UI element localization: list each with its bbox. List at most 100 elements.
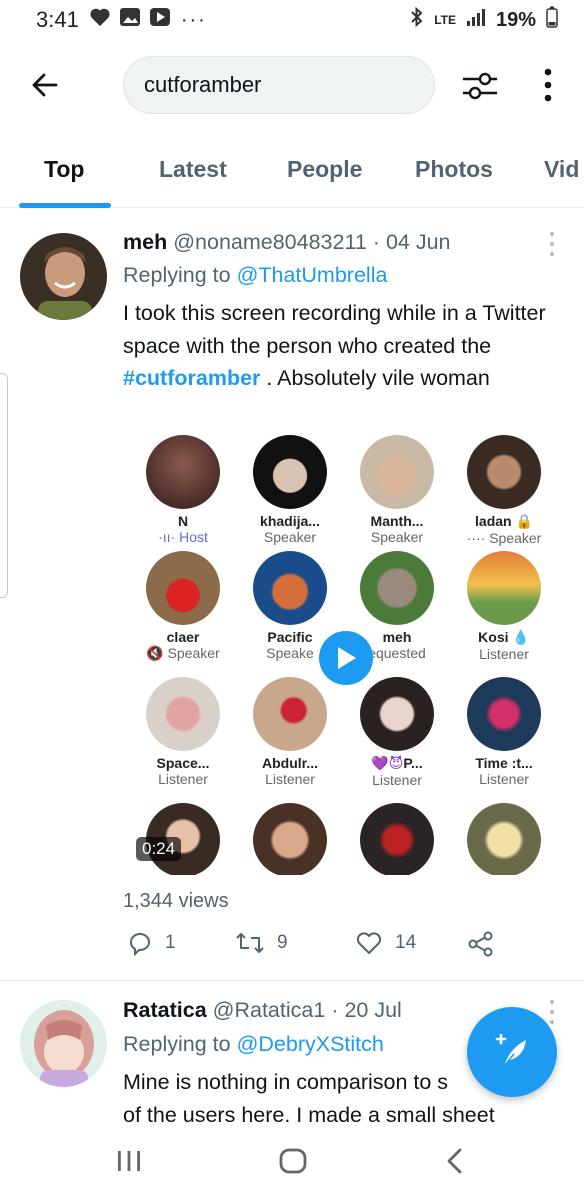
tweet-text: I took this screen recording while in a … bbox=[123, 297, 563, 395]
hashtag-link[interactable]: #cutforamber bbox=[123, 366, 260, 390]
avatar[interactable] bbox=[20, 1000, 107, 1087]
tab-videos[interactable]: Vid bbox=[544, 140, 579, 208]
system-nav-bar bbox=[0, 1126, 584, 1200]
tab-label: Top bbox=[44, 156, 85, 182]
view-count: 1,344 views bbox=[123, 890, 229, 912]
tweet-date: 20 Jul bbox=[344, 998, 402, 1022]
retweet-button[interactable]: 9 bbox=[235, 930, 288, 956]
share-icon bbox=[468, 931, 493, 957]
participant-role: Listener bbox=[479, 646, 529, 662]
author-handle[interactable]: @noname80483211 bbox=[173, 230, 367, 254]
tweet-actions: 1 9 14 bbox=[123, 930, 563, 966]
recent-apps-button[interactable] bbox=[116, 1146, 142, 1181]
tweet-menu-button[interactable] bbox=[548, 232, 556, 260]
participant: Space... Listener bbox=[128, 677, 238, 787]
participant: Kosi 💧 Listener bbox=[449, 551, 559, 662]
play-icon bbox=[338, 647, 356, 669]
tab-top[interactable]: Top bbox=[44, 140, 84, 208]
emoji-icon: 💜😈 bbox=[371, 755, 404, 771]
muted-mic-icon: 🔇 bbox=[146, 645, 168, 661]
network-label: LTE bbox=[434, 13, 456, 27]
tweet-text-part: . Absolutely vile woman bbox=[260, 366, 490, 390]
separator: · bbox=[331, 998, 339, 1022]
search-input[interactable]: cutforamber bbox=[123, 56, 435, 114]
arrow-left-icon bbox=[32, 73, 58, 97]
reply-icon bbox=[130, 933, 150, 956]
participant-avatar bbox=[253, 551, 327, 625]
participant-name: N bbox=[177, 513, 189, 529]
tab-label: Latest bbox=[159, 156, 227, 182]
participant-name: Time :t... bbox=[475, 755, 533, 771]
participant-avatar bbox=[467, 803, 541, 875]
bluetooth-icon bbox=[410, 6, 424, 34]
tweet-menu-button[interactable] bbox=[548, 1000, 556, 1028]
participant-name: khadija... bbox=[260, 513, 320, 529]
tab-label: Vid bbox=[544, 156, 580, 182]
participant-role: Listener bbox=[372, 772, 422, 788]
participant-name-text: ladan bbox=[475, 513, 512, 529]
replying-to: Replying to @DebryXStitch bbox=[123, 1032, 384, 1057]
author-name[interactable]: Ratatica bbox=[123, 998, 207, 1022]
participant-avatar bbox=[467, 551, 541, 625]
participant bbox=[449, 803, 559, 875]
participant-role: Speaker bbox=[263, 529, 317, 545]
back-button[interactable] bbox=[28, 68, 62, 102]
participant-role: Listener bbox=[158, 771, 208, 787]
reply-button[interactable]: 1 bbox=[127, 930, 176, 956]
more-options-button[interactable] bbox=[538, 66, 558, 106]
youtube-icon bbox=[149, 7, 171, 33]
tab-latest[interactable]: Latest bbox=[159, 140, 227, 208]
play-button[interactable] bbox=[319, 631, 373, 685]
participant-role: Speaker bbox=[370, 529, 424, 545]
system-back-button[interactable] bbox=[444, 1146, 466, 1181]
participant-avatar bbox=[360, 551, 434, 625]
more-vertical-icon bbox=[544, 68, 552, 102]
participant-role: Listener bbox=[265, 771, 315, 787]
participant-role: ·ıı· Host bbox=[128, 529, 238, 545]
edge-panel-handle[interactable] bbox=[0, 373, 8, 598]
separator: · bbox=[372, 230, 380, 254]
like-button[interactable]: 14 bbox=[355, 930, 416, 956]
participant: Time :t... Listener bbox=[449, 677, 559, 787]
video-media[interactable]: N ·ıı· Host khadija... Speaker Manth... … bbox=[123, 435, 564, 875]
search-query: cutforamber bbox=[144, 72, 262, 97]
author-handle[interactable]: @Ratatica1 bbox=[213, 998, 326, 1022]
participant-avatar bbox=[146, 435, 220, 509]
participant-name: 💜😈P... bbox=[342, 755, 452, 772]
replying-to-link[interactable]: @DebryXStitch bbox=[237, 1032, 384, 1056]
participant bbox=[342, 803, 452, 875]
participant-avatar bbox=[253, 435, 327, 509]
home-button[interactable] bbox=[278, 1146, 308, 1181]
status-time: 3:41 bbox=[36, 7, 79, 32]
tweet-text-part: I took this screen recording while in a … bbox=[123, 301, 546, 358]
participant-role: 🔇 Speaker bbox=[128, 645, 238, 662]
tweet-text-line: of the users here. I made a small sheet bbox=[123, 1102, 495, 1127]
participant bbox=[235, 803, 345, 875]
tweet-header: meh @noname80483211 · 04 Jun bbox=[123, 230, 451, 255]
replying-to: Replying to @ThatUmbrella bbox=[123, 263, 387, 288]
participant-name: Space... bbox=[156, 755, 210, 771]
participant-name: Kosi 💧 bbox=[449, 629, 559, 646]
chevron-left-icon bbox=[447, 1148, 462, 1174]
recents-icon bbox=[118, 1151, 140, 1171]
participant-avatar bbox=[360, 677, 434, 751]
tab-people[interactable]: People bbox=[287, 140, 362, 208]
search-tabs: Top Latest People Photos Vid bbox=[0, 140, 584, 208]
replying-prefix: Replying to bbox=[123, 1032, 231, 1056]
signal-icon bbox=[466, 7, 486, 33]
compose-tweet-button[interactable] bbox=[467, 1007, 557, 1097]
participant-name: Manth... bbox=[370, 513, 424, 529]
search-filter-button[interactable] bbox=[460, 66, 500, 106]
speaking-icon: ···· bbox=[466, 530, 490, 546]
status-bar: 3:41 ··· LTE 19% bbox=[0, 0, 584, 40]
replying-to-link[interactable]: @ThatUmbrella bbox=[237, 263, 388, 287]
tweet-divider bbox=[0, 980, 584, 981]
share-button[interactable] bbox=[467, 930, 495, 958]
video-duration: 0:24 bbox=[136, 837, 182, 861]
battery-icon bbox=[546, 6, 558, 34]
author-name[interactable]: meh bbox=[123, 230, 167, 254]
role-text: Host bbox=[179, 529, 208, 545]
participant-avatar bbox=[146, 677, 220, 751]
avatar[interactable] bbox=[20, 233, 107, 320]
tab-photos[interactable]: Photos bbox=[415, 140, 493, 208]
